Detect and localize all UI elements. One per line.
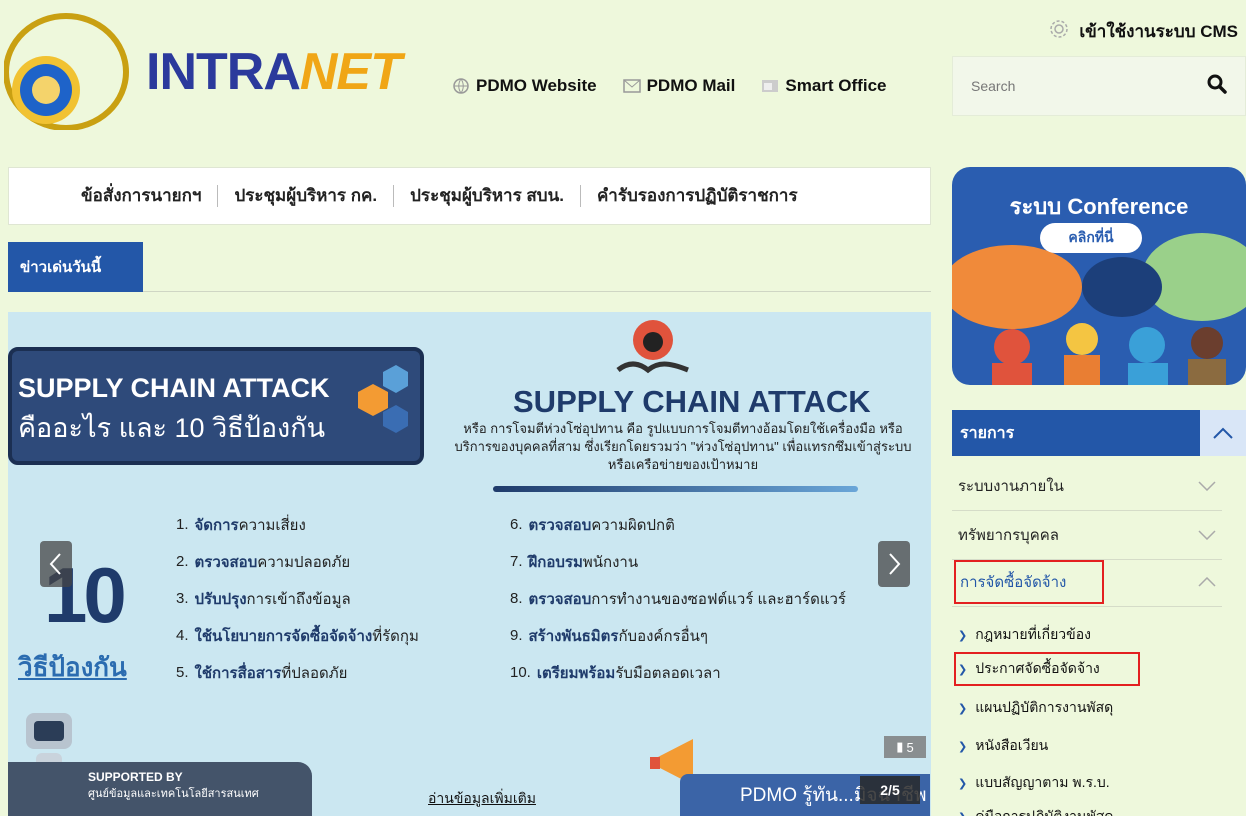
list-item: 7. ฝึกอบรมพนักงาน bbox=[510, 553, 639, 571]
list-item: 8. ตรวจสอบการทำงานของซอฟต์แวร์ และฮาร์ดแว… bbox=[510, 590, 846, 608]
chevron-left-icon bbox=[49, 553, 61, 575]
list-title: รายการ bbox=[960, 424, 1015, 442]
chevron-down-icon bbox=[1198, 530, 1216, 540]
conference-title: ระบบ Conference bbox=[1009, 194, 1189, 219]
conference-banner[interactable]: ระบบ Conference คลิกที่นี่ bbox=[952, 167, 1246, 385]
pdmo-website-link[interactable]: PDMO Website bbox=[452, 76, 597, 96]
sub-item-contract-forms[interactable]: ❯ แบบสัญญาตาม พ.ร.บ. bbox=[958, 772, 1110, 794]
search-box bbox=[952, 56, 1246, 116]
banner-divider bbox=[493, 486, 858, 492]
pdmo-mail-link[interactable]: PDMO Mail bbox=[622, 76, 736, 96]
carousel-prev-button[interactable] bbox=[40, 541, 72, 587]
accordion-label: ระบบงานภายใน bbox=[958, 478, 1064, 495]
intranet-wordmark: INTRANET bbox=[146, 43, 402, 101]
cms-login-link[interactable]: เข้าใช้งานระบบ CMS bbox=[1049, 18, 1238, 45]
accordion-human-resources[interactable]: ทรัพยากรบุคคล bbox=[952, 511, 1222, 560]
list-item: 1. จัดการความเสี่ยง bbox=[176, 516, 306, 534]
list-toggle-button[interactable] bbox=[1200, 410, 1246, 456]
cms-login-label: เข้าใช้งานระบบ CMS bbox=[1079, 22, 1238, 41]
sub-item-laws[interactable]: ❯ กฎหมายที่เกี่ยวข้อง bbox=[958, 624, 1091, 646]
search-icon[interactable] bbox=[1207, 74, 1227, 99]
globe-icon bbox=[452, 78, 470, 94]
accordion-internal-systems[interactable]: ระบบงานภายใน bbox=[952, 462, 1222, 511]
list-item: 10. เตรียมพร้อมรับมือตลอดเวลา bbox=[510, 664, 721, 682]
accordion-label: การจัดซื้อจัดจ้าง bbox=[954, 560, 1105, 604]
menu-item-pdmo-meeting[interactable]: ประชุมผู้บริหาร สบน. bbox=[394, 185, 581, 207]
conference-click-button[interactable]: คลิกที่นี่ bbox=[1040, 223, 1142, 253]
slide-counter: 2/5 bbox=[860, 776, 920, 804]
list-item: 4. ใช้นโยบายการจัดซื้อจัดจ้างที่รัดกุม bbox=[176, 627, 419, 645]
banner-big-label: วิธีป้องกัน bbox=[18, 652, 127, 682]
pdmo-website-label: PDMO Website bbox=[476, 76, 597, 95]
supported-by-org: ศูนย์ข้อมูลและเทคโนโลยีสารสนเทศ bbox=[88, 788, 259, 800]
read-more-link[interactable]: อ่านข้อมูลเพิ่มเติม bbox=[428, 788, 536, 810]
list-item: 9. สร้างพันธมิตรกับองค์กรอื่นๆ bbox=[510, 627, 708, 645]
gear-icon bbox=[1049, 19, 1069, 44]
hacker-icon bbox=[616, 320, 689, 374]
view-count: 5 bbox=[906, 739, 914, 755]
sub-item-supply-plan[interactable]: ❯ แผนปฏิบัติการงานพัสดุ bbox=[958, 697, 1113, 719]
chevron-right-icon: ❯ bbox=[958, 777, 968, 790]
chevron-right-icon bbox=[889, 553, 901, 575]
sub-item-supply-manual[interactable]: ❯คู่มือการปฏิบัติงานพัสดุ bbox=[958, 806, 1113, 816]
tab-headline-news[interactable]: ข่าวเด่นวันนี้ bbox=[8, 242, 143, 292]
sub-item-circulars[interactable]: ❯ หนังสือเวียน bbox=[958, 735, 1048, 757]
bar-chart-icon: ▮ bbox=[896, 739, 904, 754]
top-links: PDMO Website PDMO Mail Smart Office bbox=[452, 76, 886, 96]
list-item: 3. ปรับปรุงการเข้าถึงข้อมูล bbox=[176, 590, 351, 608]
pdmo-mail-label: PDMO Mail bbox=[646, 76, 736, 95]
carousel-next-button[interactable] bbox=[878, 541, 910, 587]
banner-left-list: 1. จัดการความเสี่ยง 2. ตรวจสอบความปลอดภัย … bbox=[176, 506, 419, 691]
supported-by-title: SUPPORTED BY bbox=[88, 770, 183, 784]
chevron-up-icon bbox=[1213, 427, 1233, 439]
chevron-right-icon: ❯ bbox=[958, 663, 968, 676]
divider bbox=[143, 291, 931, 292]
accordion-label: ทรัพยากรบุคคล bbox=[958, 527, 1059, 544]
chevron-right-icon: ❯ bbox=[958, 629, 968, 642]
chevron-right-icon: ❯ bbox=[958, 702, 968, 715]
sub-item-procurement-announcements[interactable]: ❯ ประกาศจัดซื้อจัดจ้าง bbox=[954, 652, 1140, 686]
office-icon bbox=[761, 78, 779, 94]
site-logo[interactable] bbox=[3, 10, 134, 131]
mail-icon bbox=[622, 78, 641, 94]
menu-item-mof-meeting[interactable]: ประชุมผู้บริหาร กค. bbox=[218, 185, 395, 207]
menu-item-pm-orders[interactable]: ข้อสั่งการนายกฯ bbox=[65, 185, 219, 207]
accordion-procurement[interactable]: การจัดซื้อจัดจ้าง bbox=[952, 558, 1222, 607]
chevron-right-icon: ❯ bbox=[958, 740, 968, 753]
smart-office-label: Smart Office bbox=[785, 76, 887, 95]
search-input[interactable] bbox=[971, 78, 1207, 94]
list-item: 6. ตรวจสอบความผิดปกติ bbox=[510, 516, 675, 534]
chevron-down-icon bbox=[1198, 481, 1216, 491]
smart-office-link[interactable]: Smart Office bbox=[761, 76, 886, 96]
view-count-badge: ▮ 5 bbox=[884, 736, 926, 758]
menu-item-performance-agreement[interactable]: คำรับรองการปฏิบัติราชการ bbox=[581, 185, 814, 207]
list-item: 2. ตรวจสอบความปลอดภัย bbox=[176, 553, 351, 571]
list-header: รายการ bbox=[952, 410, 1246, 456]
supported-by-panel: SUPPORTED BY ศูนย์ข้อมูลและเทคโนโลยีสารส… bbox=[8, 762, 312, 816]
chevron-up-icon bbox=[1198, 577, 1216, 587]
chevron-right-icon: ❯ bbox=[958, 811, 967, 816]
banner-right-list: 6. ตรวจสอบความผิดปกติ 7. ฝึกอบรมพนักงาน 8.… bbox=[510, 506, 846, 691]
banner-description: หรือ การโจมตีห่วงโซ่อุปทาน คือ รูปแบบการ… bbox=[454, 421, 912, 472]
main-menu: ข้อสั่งการนายกฯ ประชุมผู้บริหาร กค. ประช… bbox=[8, 167, 931, 225]
network-icon bbox=[358, 365, 408, 433]
list-item: 5. ใช้การสื่อสารที่ปลอดภัย bbox=[176, 664, 348, 682]
banner-title: SUPPLY CHAIN ATTACK bbox=[513, 384, 871, 419]
news-banner-carousel[interactable]: SUPPLY CHAIN ATTACK คืออะไร และ 10 วิธีป… bbox=[8, 312, 931, 816]
